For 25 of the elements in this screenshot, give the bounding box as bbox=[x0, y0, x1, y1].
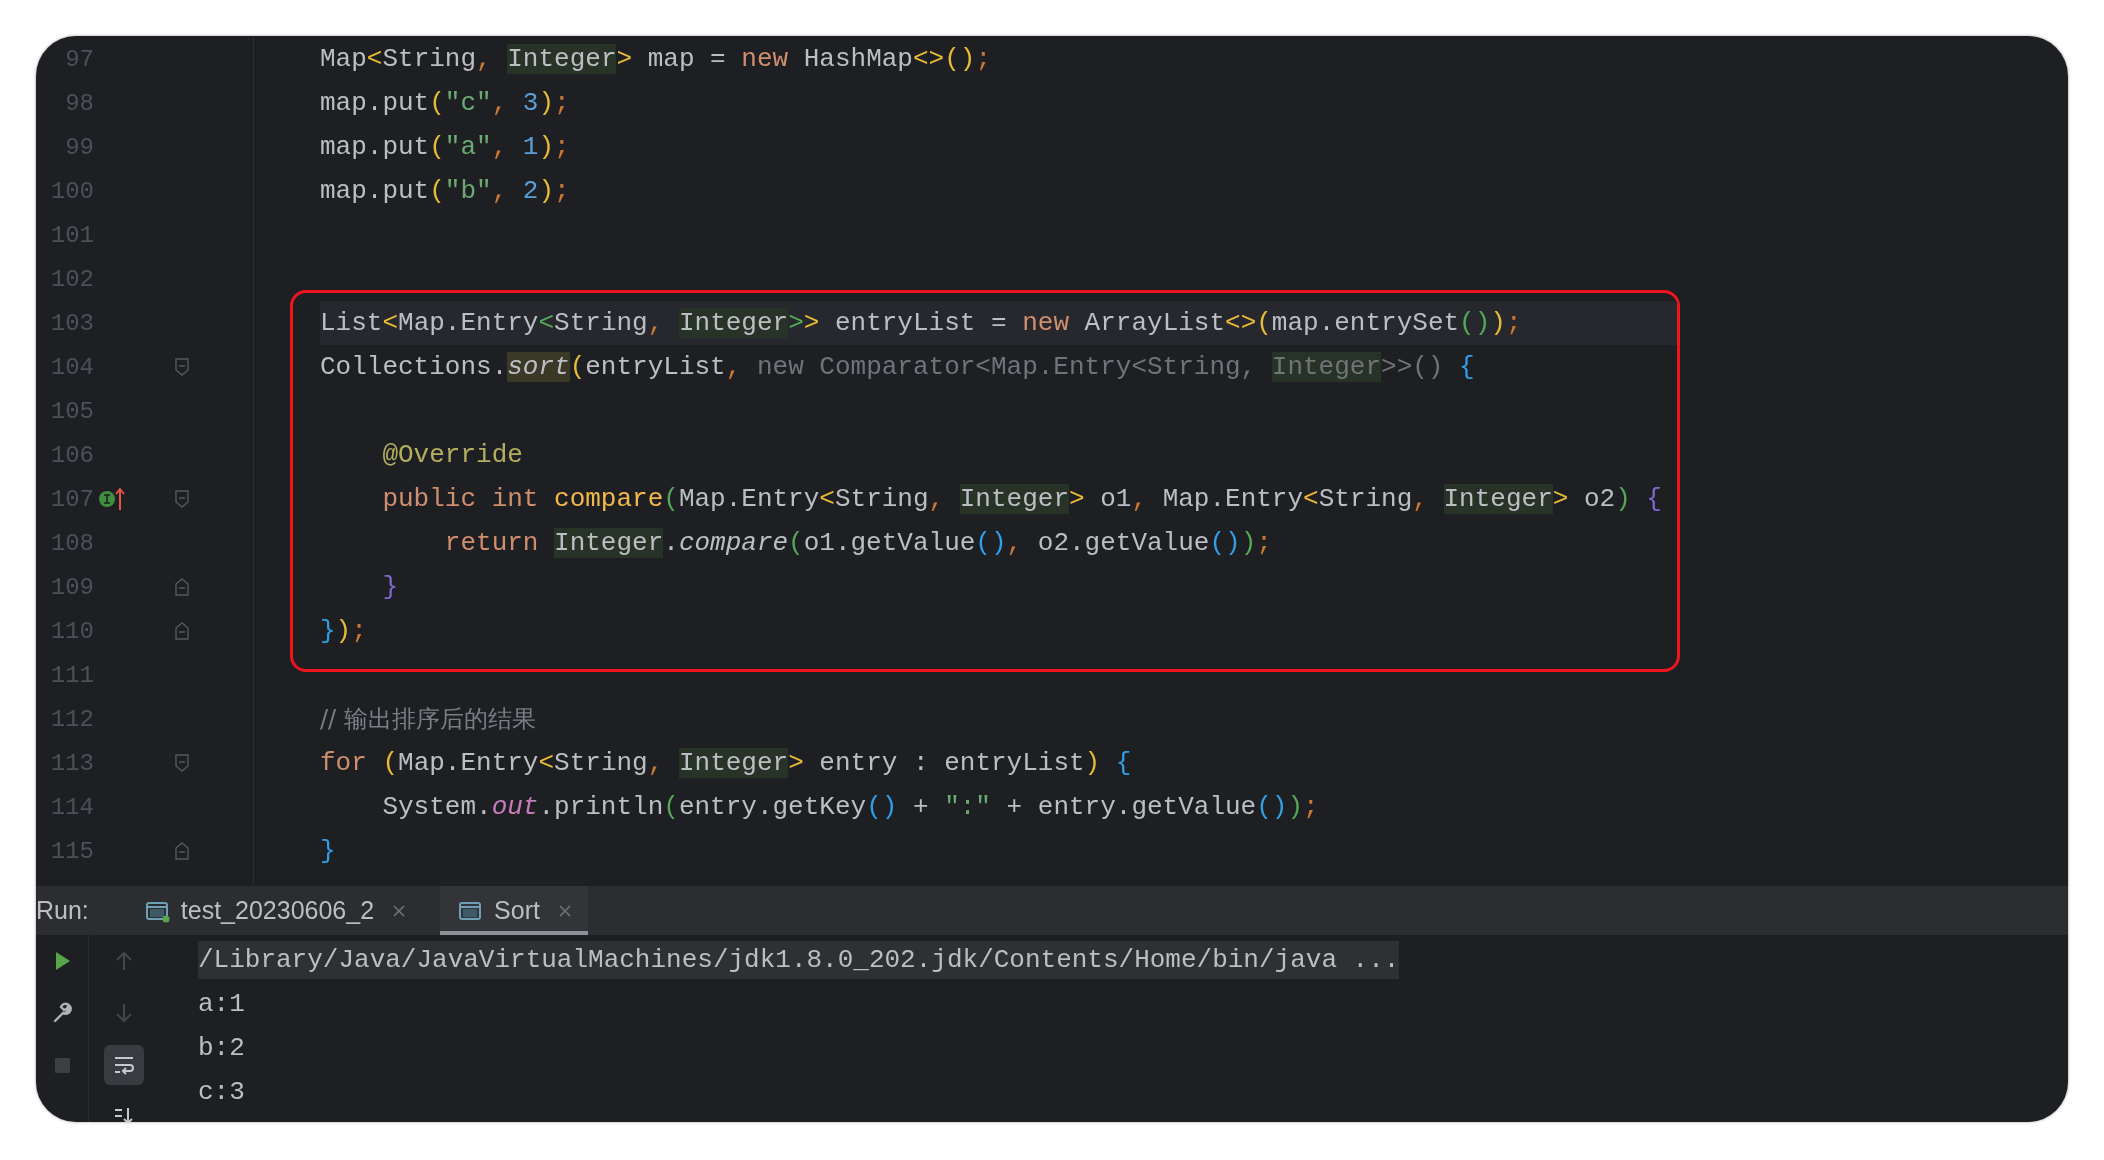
run-label: Run: bbox=[36, 896, 89, 925]
code-line: }); bbox=[320, 616, 367, 646]
code-line: map.put("c", 3); bbox=[320, 88, 570, 118]
scroll-down-icon bbox=[112, 1105, 136, 1122]
code-line: // 输出排序后的结果 bbox=[320, 704, 536, 735]
console-output: a:1 bbox=[198, 989, 245, 1019]
code-line: map.put("a", 1); bbox=[320, 132, 570, 162]
close-icon bbox=[392, 903, 407, 918]
wrap-lines-button[interactable] bbox=[104, 1045, 144, 1085]
code-line: map.put("b", 2); bbox=[320, 176, 570, 206]
code-line: List<Map.Entry<String, Integer>> entryList = new ArrayList<>(map.entrySet()); bbox=[320, 308, 1522, 338]
run-tab[interactable]: Sort bbox=[440, 886, 588, 935]
console-output: b:2 bbox=[198, 1033, 245, 1063]
code-line: } bbox=[381, 572, 398, 602]
run-tab[interactable]: test_20230606_2 bbox=[126, 886, 423, 935]
code-line: return Integer.compare(o1.getValue(), o2.getValue()); bbox=[443, 528, 1272, 558]
code-line: System.out.println(entry.getKey() + ":" + entry.getValue()); bbox=[381, 792, 1319, 822]
code-line: public int compare(Map.Entry<String, Integer> o1, Map.Entry<String, Integer> o2) { bbox=[381, 484, 1662, 514]
close-icon bbox=[557, 903, 572, 918]
console-output: c:3 bbox=[198, 1077, 245, 1107]
code-line: Collections.sort(entryList, new Comparator<Map.Entry<String, Integer>>() { bbox=[320, 352, 1475, 382]
code-line: Map<String, Integer> map = new HashMap<>(); bbox=[320, 44, 991, 74]
code-line: @Override bbox=[381, 440, 523, 470]
code-line: } bbox=[320, 836, 336, 866]
code-line: for (Map.Entry<String, Integer> entry : entryList) { bbox=[320, 748, 1132, 778]
